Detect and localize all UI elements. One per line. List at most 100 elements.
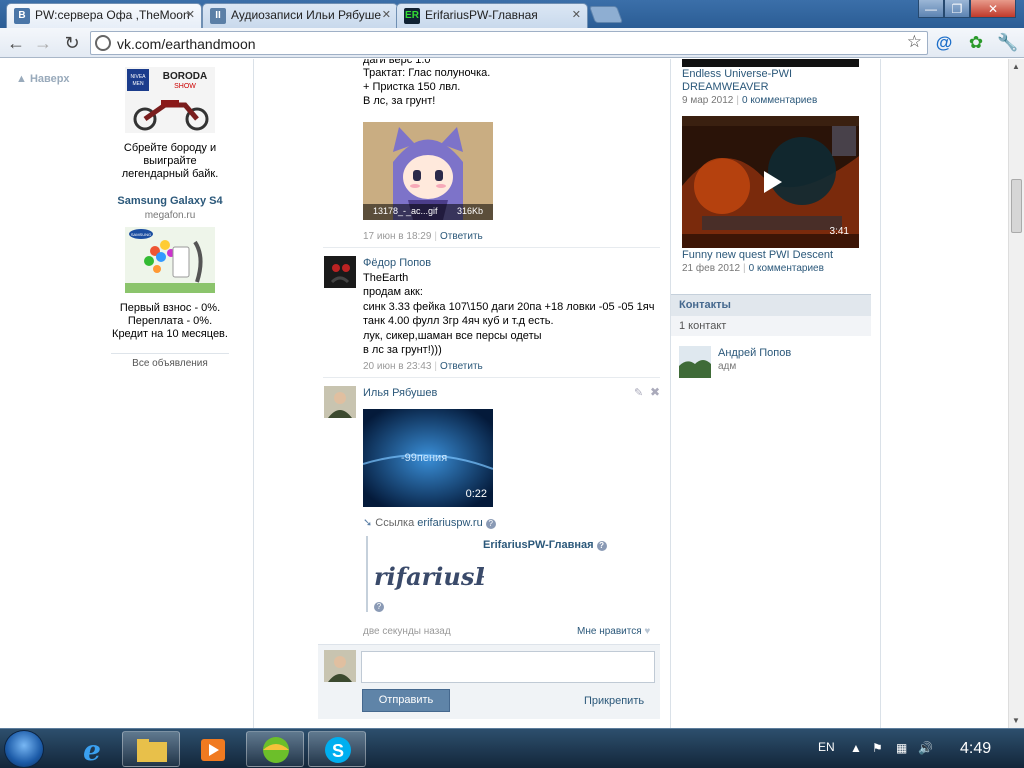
browser-toolbar: ← → ↻ vk.com/earthandmoon ☆ @ ✿ 🔧	[0, 28, 1024, 58]
video-meta: 21 фев 2012 | 0 комментариев	[682, 263, 824, 274]
scroll-down-arrow-icon[interactable]: ▼	[1012, 716, 1020, 725]
comments-link[interactable]: 0 комментариев	[749, 263, 824, 274]
scrollbar-thumb[interactable]	[1011, 179, 1022, 233]
gif-filename: 13178_-_ac...gif	[373, 206, 438, 216]
tab-erifarius[interactable]: ER ErifariusPW-Главная ✕	[396, 3, 588, 28]
reply-link[interactable]: Ответить	[440, 361, 483, 372]
svg-text:MEN: MEN	[132, 81, 144, 87]
avatar[interactable]	[324, 256, 356, 288]
post-author[interactable]: Фёдор Попов	[363, 257, 431, 269]
close-tab-icon[interactable]: ✕	[186, 4, 195, 26]
video-date: 21 фев 2012	[682, 263, 741, 274]
info-icon[interactable]: ?	[596, 541, 607, 551]
internet-explorer-icon[interactable]: e	[62, 731, 120, 767]
video-thumbnail[interactable]	[682, 59, 859, 67]
media-player-icon[interactable]	[184, 731, 242, 767]
windows-taskbar: e S EN ▲ ⚑ ▦ 🔊 4:49	[0, 728, 1024, 768]
link-domain[interactable]: erifariuspw.ru	[417, 517, 482, 529]
ad-image-samsung[interactable]: SAMSUNG	[125, 227, 215, 293]
link-preview-title[interactable]: ErifariusPW-Главная ?	[483, 539, 607, 551]
link-row: ➘ Ссылка erifariuspw.ru ?	[363, 516, 496, 529]
post-text-line: лук, сикер,шаман все персы одеты	[363, 330, 542, 342]
like-button[interactable]: Мне нравится ♥	[577, 626, 650, 637]
address-bar[interactable]: vk.com/earthandmoon ☆	[90, 31, 928, 55]
language-indicator[interactable]: EN	[818, 740, 835, 754]
avatar	[324, 650, 356, 682]
scroll-up-arrow-icon[interactable]: ▲	[1012, 62, 1020, 71]
tab-audio[interactable]: II Аудиозаписи Ильи Рябуше ✕	[202, 3, 398, 28]
reload-icon[interactable]: ↻	[62, 33, 82, 53]
info-icon[interactable]: ?	[374, 602, 384, 612]
divider	[111, 353, 229, 354]
mail-extension-icon[interactable]: @	[934, 33, 954, 53]
edit-pencil-icon[interactable]: ✎	[634, 386, 643, 399]
icq-extension-icon[interactable]: ✿	[966, 33, 986, 53]
all-ads-link[interactable]: Все объявления	[111, 358, 229, 369]
post-text-line: + Пристка 150 лвл.	[363, 81, 461, 93]
game-launcher-icon[interactable]	[246, 731, 304, 767]
action-center-flag-icon[interactable]: ⚑	[872, 741, 883, 755]
clock[interactable]: 4:49	[960, 740, 991, 758]
tab-vk-pw-servers[interactable]: B PW:сервера Офа ,TheMoon ✕	[6, 3, 202, 28]
avatar[interactable]	[679, 346, 711, 378]
wrench-menu-icon[interactable]: 🔧	[997, 33, 1018, 53]
close-tab-icon[interactable]: ✕	[572, 4, 581, 26]
close-window-button[interactable]: ✕	[970, 0, 1016, 18]
column-border	[880, 59, 881, 728]
anime-gif-image[interactable]: 13178_-_ac...gif 316Kb	[363, 122, 493, 220]
post-divider	[323, 377, 660, 378]
minimize-button[interactable]: —	[918, 0, 944, 18]
network-icon[interactable]: ▦	[896, 741, 907, 755]
back-to-top-link[interactable]: ▲ Наверх	[16, 73, 69, 85]
post-date[interactable]: 20 июн в 23:43	[363, 361, 431, 372]
contacts-count: 1 контакт	[671, 316, 871, 336]
close-tab-icon[interactable]: ✕	[382, 4, 391, 26]
post-date[interactable]: 17 июн в 18:29	[363, 231, 431, 242]
video-title[interactable]: Endless Universe-PWI DREAMWEAVER	[682, 68, 862, 94]
video-thumbnail[interactable]: -99пения 0:22	[362, 409, 494, 507]
new-tab-button[interactable]	[588, 6, 624, 23]
bookmark-star-icon[interactable]: ☆	[907, 32, 922, 52]
video-thumbnail[interactable]: 3:41	[682, 116, 859, 248]
ad-text[interactable]: Сбрейте бороду и выиграйте легендарный б…	[111, 142, 229, 181]
ad-image-nivea-bike[interactable]: NIVEA MEN BORODA SHOW	[125, 67, 215, 133]
video-title[interactable]: Funny new quest PWI Descent	[682, 249, 833, 262]
skype-icon[interactable]: S	[308, 731, 366, 767]
forward-arrow-icon[interactable]: →	[33, 33, 53, 53]
link-preview-logo[interactable]: rifariusP	[374, 562, 484, 594]
delete-x-icon[interactable]: ✖	[650, 385, 660, 399]
svg-text:NIVEA: NIVEA	[130, 74, 146, 80]
send-button[interactable]: Отправить	[362, 689, 450, 712]
post-meta: 17 июн в 18:29 | Ответить	[363, 231, 483, 242]
post-author[interactable]: Илья Рябушев	[363, 387, 437, 399]
comments-link[interactable]: 0 комментариев	[742, 95, 817, 106]
comment-input[interactable]	[361, 651, 655, 683]
play-icon[interactable]	[764, 173, 765, 174]
ads-column: NIVEA MEN BORODA SHOW Сбрейте бороду и в…	[111, 67, 229, 369]
attach-link[interactable]: Прикрепить	[584, 695, 644, 707]
volume-icon[interactable]: 🔊	[918, 741, 933, 755]
page-scrollbar[interactable]: ▲ ▼	[1008, 59, 1024, 728]
comment-box: Отправить Прикрепить	[318, 644, 660, 719]
contact-name[interactable]: Андрей Попов	[718, 347, 791, 359]
explorer-folder-icon[interactable]	[122, 731, 180, 767]
svg-text:e: e	[83, 734, 101, 767]
back-arrow-icon[interactable]: ←	[6, 33, 26, 53]
maximize-button[interactable]: ❐	[944, 0, 970, 18]
ad-text[interactable]: Первый взнос - 0%. Переплата - 0%. Креди…	[111, 302, 229, 341]
link-arrow-icon: ➘	[363, 517, 373, 529]
vk-icon: B	[14, 8, 30, 24]
video-overlay-text: -99пения	[401, 452, 448, 464]
post-divider	[323, 247, 660, 248]
info-icon[interactable]: ?	[485, 519, 496, 529]
post-text-line: В лс, за грунт!	[363, 95, 436, 107]
ad-title[interactable]: Samsung Galaxy S4	[111, 195, 229, 207]
start-button[interactable]	[4, 730, 44, 768]
show-hidden-icons-icon[interactable]: ▲	[850, 741, 862, 755]
post-date[interactable]: две секунды назад	[363, 626, 451, 637]
contacts-header[interactable]: Контакты	[671, 294, 871, 316]
video-date: 9 мар 2012	[682, 95, 734, 106]
reply-link[interactable]: Ответить	[440, 231, 483, 242]
avatar[interactable]	[324, 386, 356, 418]
post-text-line: танк 4.00 фулл 3гр 4яч куб и т.д есть.	[363, 315, 554, 327]
